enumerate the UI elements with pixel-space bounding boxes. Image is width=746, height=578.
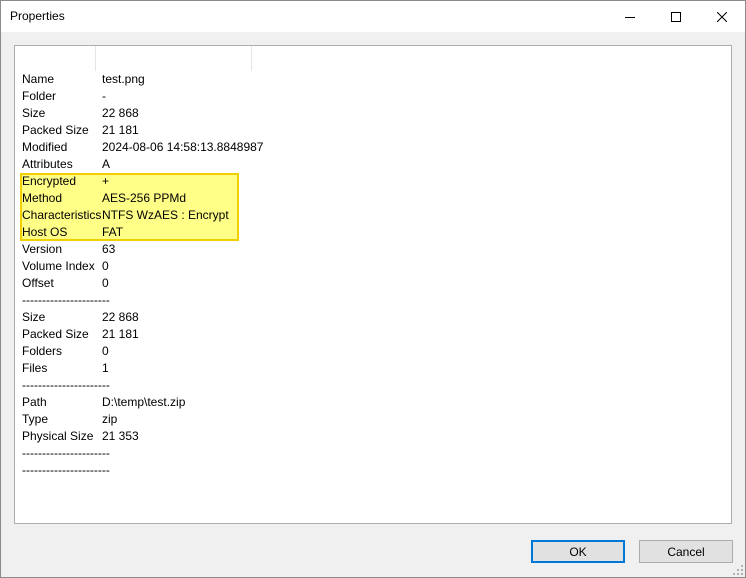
property-name: Encrypted: [22, 174, 77, 188]
cancel-button[interactable]: Cancel: [639, 540, 733, 563]
property-name: ----------------------: [22, 378, 110, 392]
list-item[interactable]: Attributes A: [15, 156, 731, 173]
property-name: Type: [22, 412, 49, 426]
property-value: 21 181: [102, 327, 139, 341]
properties-window: Properties Name test.png Folder - Size 22 868…: [0, 0, 746, 578]
list-item[interactable]: Packed Size 21 181: [15, 326, 731, 343]
property-value: D:\temp\test.zip: [102, 395, 186, 409]
list-rows: Name test.png Folder - Size 22 868 Packed Size…: [15, 71, 731, 479]
property-value: 22 868: [102, 106, 139, 120]
property-value: 63: [102, 242, 116, 256]
properties-list[interactable]: Name test.png Folder - Size 22 868 Packed Size…: [14, 45, 732, 524]
list-item[interactable]: Files 1: [15, 360, 731, 377]
property-name: Characteristics: [22, 208, 102, 222]
property-name: Folders: [22, 344, 63, 358]
list-item[interactable]: Physical Size 21 353: [15, 428, 731, 445]
property-name: ----------------------: [22, 293, 110, 307]
list-item[interactable]: Encrypted +: [15, 173, 731, 190]
property-value: 21 181: [102, 123, 139, 137]
property-name: Physical Size: [22, 429, 94, 443]
list-item[interactable]: Version 63: [15, 241, 731, 258]
property-value: 0: [102, 276, 109, 290]
property-name: Modified: [22, 140, 68, 154]
list-item[interactable]: Size 22 868: [15, 309, 731, 326]
property-value: AES-256 PPMd: [102, 191, 187, 205]
property-name: Method: [22, 191, 63, 205]
property-name: Size: [22, 310, 46, 324]
list-item[interactable]: ----------------------: [15, 445, 731, 462]
property-name: Attributes: [22, 157, 73, 171]
property-name: Packed Size: [22, 327, 89, 341]
list-item[interactable]: Name test.png: [15, 71, 731, 88]
list-item[interactable]: Modified 2024-08-06 14:58:13.8848987: [15, 139, 731, 156]
list-item[interactable]: Offset 0: [15, 275, 731, 292]
minimize-icon: [625, 16, 635, 18]
list-item[interactable]: Host OS FAT: [15, 224, 731, 241]
property-name: Volume Index: [22, 259, 95, 273]
property-value: 1: [102, 361, 109, 375]
property-name: Offset: [22, 276, 54, 290]
window-title: Properties: [10, 9, 65, 23]
list-item[interactable]: Folders 0: [15, 343, 731, 360]
list-item[interactable]: Volume Index 0: [15, 258, 731, 275]
list-item[interactable]: ----------------------: [15, 462, 731, 479]
list-item[interactable]: Folder -: [15, 88, 731, 105]
close-icon: [717, 11, 727, 22]
list-item[interactable]: ----------------------: [15, 292, 731, 309]
property-value: 2024-08-06 14:58:13.8848987: [102, 140, 264, 154]
property-name: Folder: [22, 89, 57, 103]
property-value: 22 868: [102, 310, 139, 324]
property-value: 0: [102, 344, 109, 358]
list-item[interactable]: ----------------------: [15, 377, 731, 394]
column-header-name[interactable]: [15, 46, 96, 71]
maximize-icon: [671, 11, 681, 22]
list-item[interactable]: Packed Size 21 181: [15, 122, 731, 139]
property-name: Path: [22, 395, 47, 409]
list-item[interactable]: Method AES-256 PPMd: [15, 190, 731, 207]
property-name: Host OS: [22, 225, 68, 239]
list-item[interactable]: Path D:\temp\test.zip: [15, 394, 731, 411]
property-name: ----------------------: [22, 446, 110, 460]
property-name: Packed Size: [22, 123, 89, 137]
property-name: Name: [22, 72, 55, 86]
title-bar[interactable]: Properties: [1, 1, 745, 32]
property-value: -: [102, 89, 106, 103]
property-name: Files: [22, 361, 48, 375]
list-item[interactable]: Characteristics NTFS WzAES : Encrypt: [15, 207, 731, 224]
property-value: +: [102, 174, 110, 188]
minimize-button[interactable]: [607, 1, 653, 32]
column-header-value[interactable]: [96, 46, 252, 71]
property-value: zip: [102, 412, 118, 426]
property-value: FAT: [102, 225, 124, 239]
property-name: Version: [22, 242, 63, 256]
ok-button[interactable]: OK: [531, 540, 625, 563]
property-name: Size: [22, 106, 46, 120]
maximize-button[interactable]: [653, 1, 699, 32]
close-button[interactable]: [699, 1, 745, 32]
property-value: NTFS WzAES : Encrypt: [102, 208, 229, 222]
resize-grip-icon[interactable]: [732, 564, 744, 576]
property-value: 21 353: [102, 429, 139, 443]
list-item[interactable]: Type zip: [15, 411, 731, 428]
property-value: test.png: [102, 72, 145, 86]
list-item[interactable]: Size 22 868: [15, 105, 731, 122]
property-name: ----------------------: [22, 463, 110, 477]
list-header: [15, 46, 731, 71]
property-value: 0: [102, 259, 109, 273]
property-value: A: [102, 157, 111, 171]
